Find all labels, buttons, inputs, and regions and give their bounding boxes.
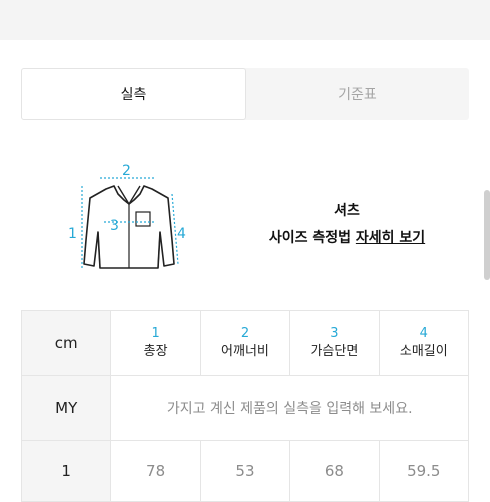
tab-size-chart[interactable]: 기준표 bbox=[246, 68, 469, 120]
table-row: 1 78 53 68 59.5 bbox=[20, 440, 470, 502]
column-number: 2 bbox=[240, 325, 250, 341]
column-header: 1 총장 bbox=[110, 310, 201, 376]
measurement-tabs: 실측 기준표 bbox=[21, 68, 469, 120]
shirt-icon: 1 2 3 4 bbox=[68, 163, 186, 269]
value-cell: 68 bbox=[289, 440, 380, 502]
my-row-label: MY bbox=[20, 375, 112, 441]
column-label: 어깨너비 bbox=[221, 343, 269, 359]
size-label: 1 bbox=[20, 440, 112, 502]
marker-1: 1 bbox=[68, 226, 77, 242]
column-number: 3 bbox=[330, 325, 339, 341]
scrollbar[interactable] bbox=[484, 190, 490, 280]
column-label: 소매길이 bbox=[399, 343, 448, 359]
shirt-illustration: 1 2 3 4 bbox=[60, 160, 200, 278]
my-size-row: MY 가지고 계신 제품의 실측을 입력해 보세요. bbox=[20, 375, 469, 441]
column-header: 4 소매길이 bbox=[378, 310, 470, 376]
table-header-row: cm 1 총장 2 어깨너비 3 가슴단면 4 소매길이 bbox=[20, 310, 470, 376]
value-cell: 78 bbox=[110, 440, 201, 502]
column-number: 1 bbox=[151, 325, 160, 341]
value-cell: 53 bbox=[199, 440, 291, 502]
column-label: 가슴단면 bbox=[310, 343, 359, 359]
guide-detail-link[interactable]: 자세히 보기 bbox=[356, 230, 425, 246]
marker-4: 4 bbox=[177, 226, 186, 242]
column-label: 총장 bbox=[143, 343, 168, 359]
guide-prefix: 사이즈 측정법 bbox=[268, 230, 351, 246]
size-table: cm 1 총장 2 어깨너비 3 가슴단면 4 소매길이 MY 가지고 계신 제… bbox=[20, 310, 470, 502]
guide-line: 사이즈 측정법 자세히 보기 bbox=[222, 227, 472, 247]
category-label: 셔츠 bbox=[334, 203, 360, 219]
size-guide-description: 셔츠 사이즈 측정법 자세히 보기 bbox=[222, 200, 472, 247]
top-band bbox=[0, 0, 490, 40]
column-header: 3 가슴단면 bbox=[289, 310, 380, 376]
tab-actual-measurement[interactable]: 실측 bbox=[21, 68, 246, 120]
marker-3: 3 bbox=[110, 218, 119, 234]
value-cell: 59.5 bbox=[378, 440, 470, 502]
my-size-input-prompt[interactable]: 가지고 계신 제품의 실측을 입력해 보세요. bbox=[110, 375, 469, 441]
marker-2: 2 bbox=[122, 163, 131, 179]
unit-header: cm bbox=[20, 310, 112, 376]
column-number: 4 bbox=[419, 325, 428, 341]
column-header: 2 어깨너비 bbox=[199, 310, 291, 376]
